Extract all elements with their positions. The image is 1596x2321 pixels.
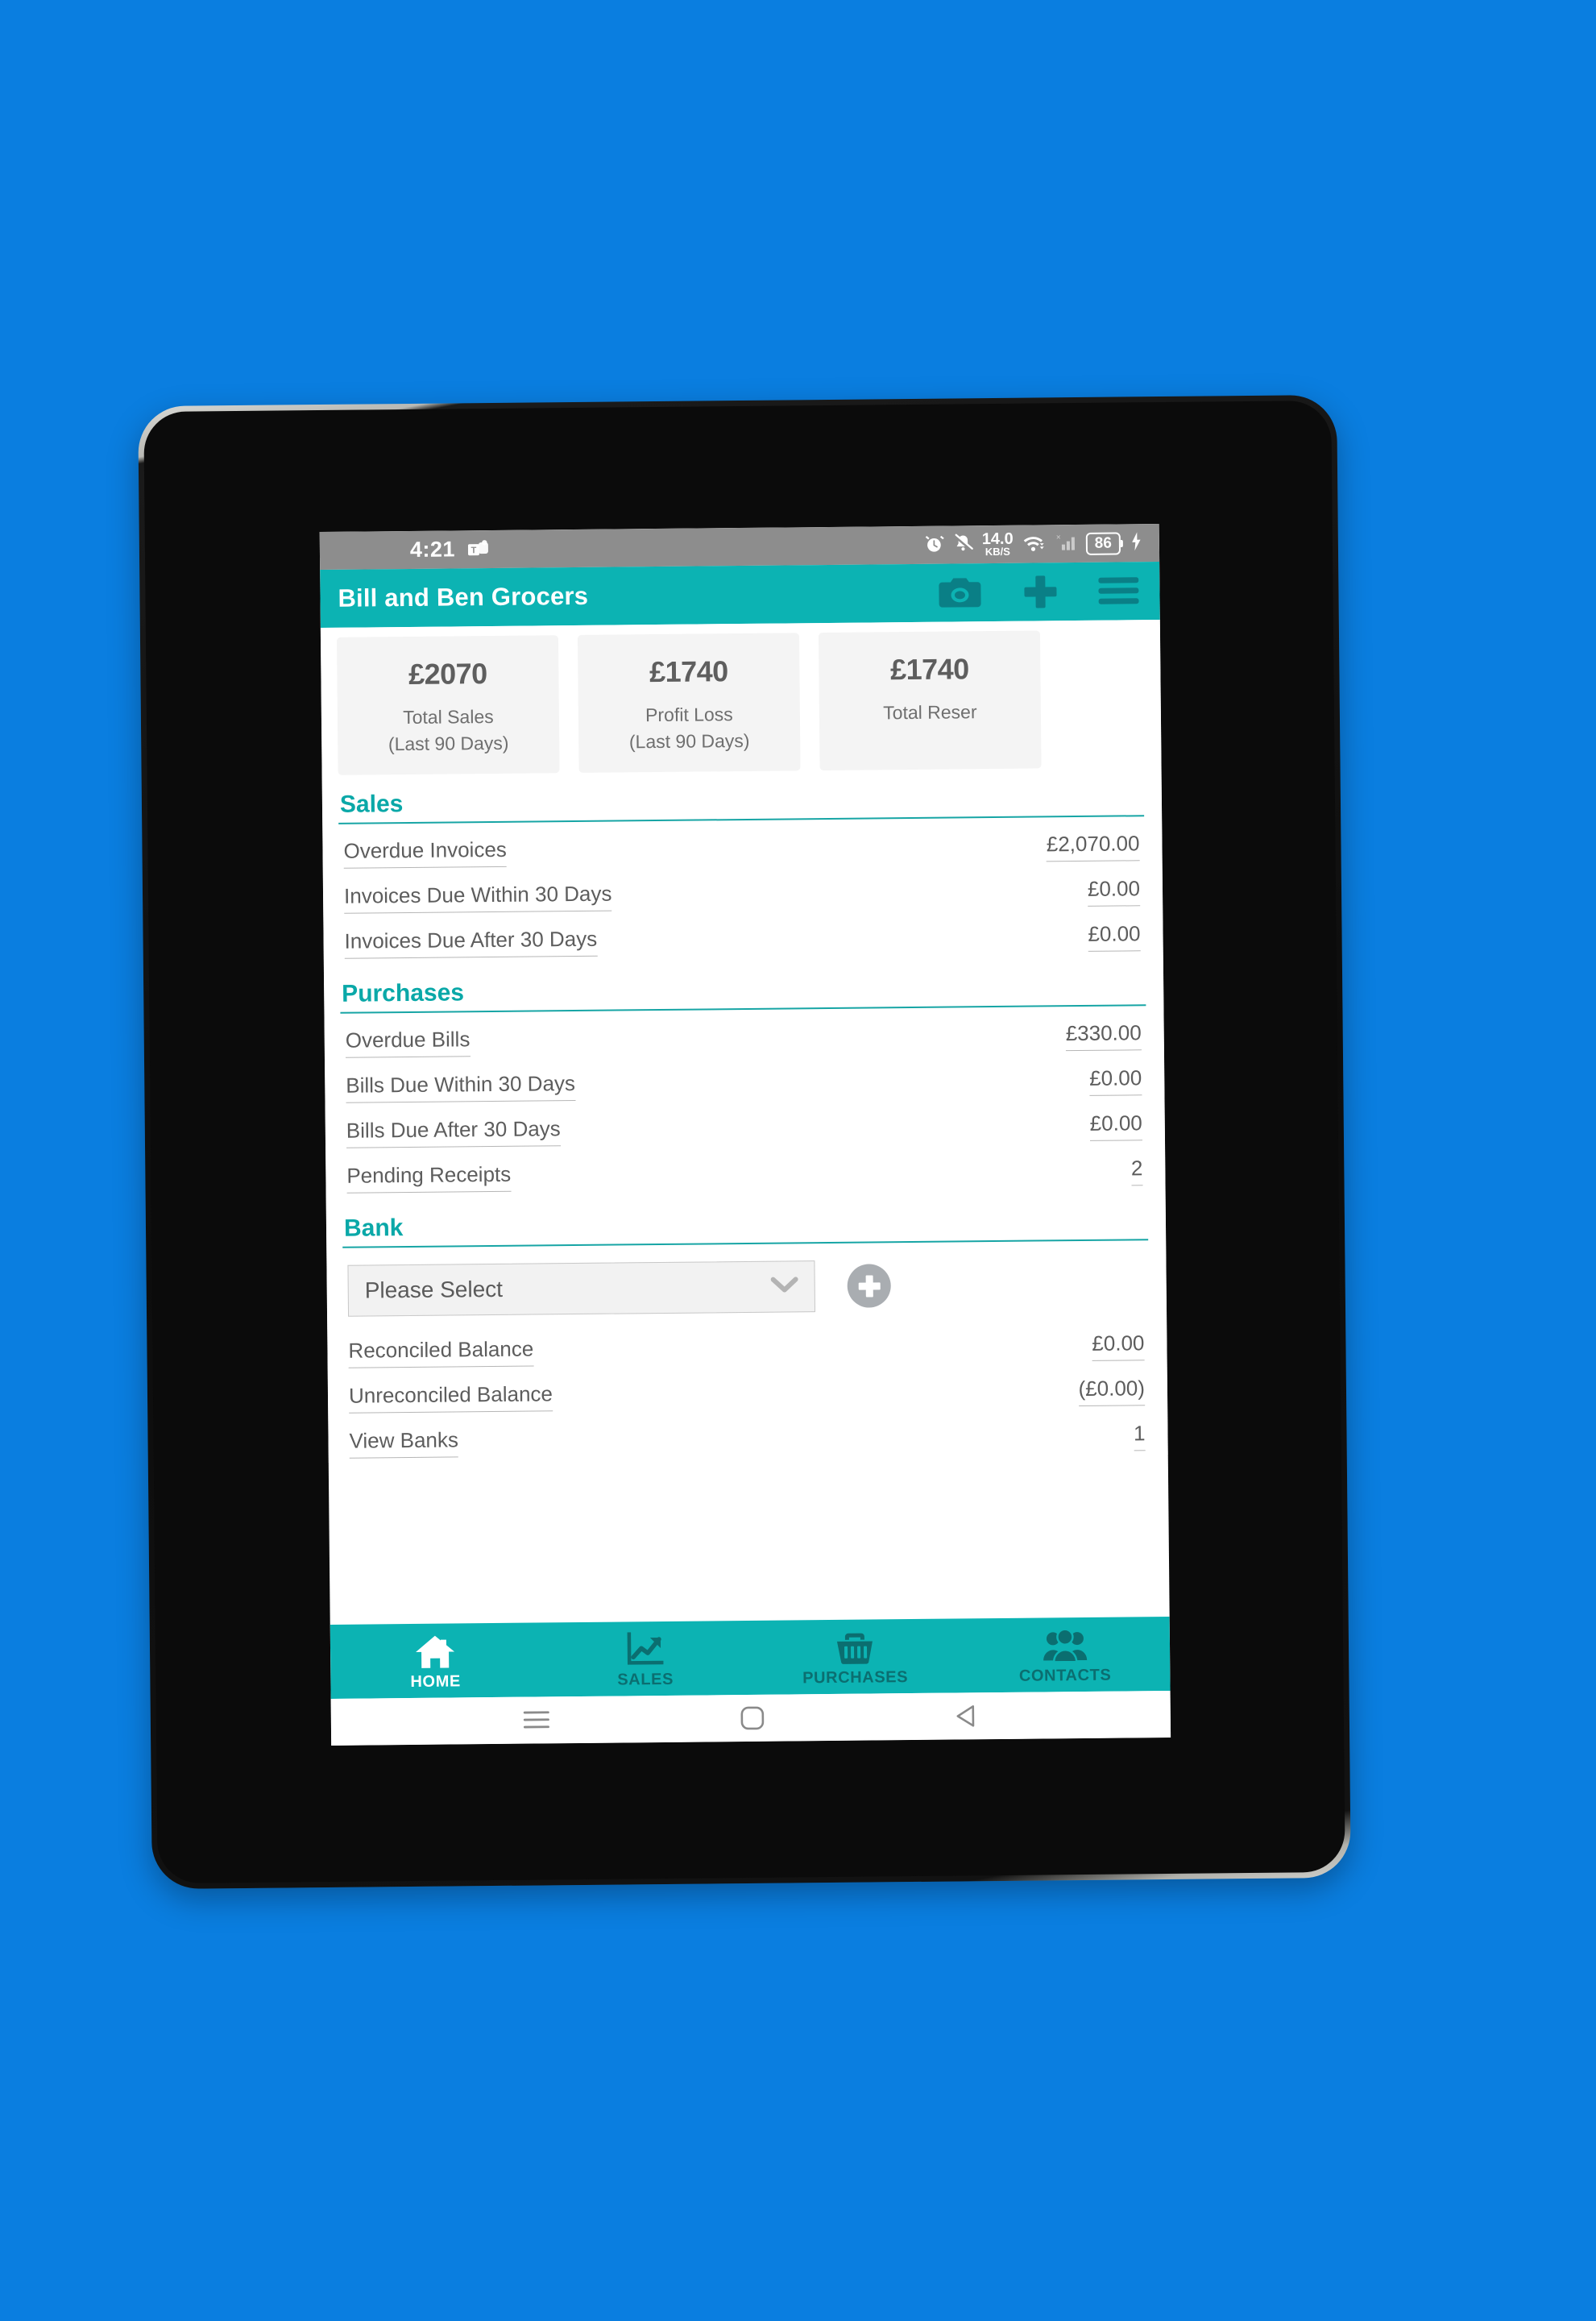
status-bar-clock: 4:21 [409,537,456,562]
summary-card-label: Total Reser [883,701,977,724]
row-label: View Banks [349,1427,459,1459]
tab-label: CONTACTS [1018,1666,1112,1685]
home-square-icon[interactable] [740,1705,765,1731]
list-item[interactable]: Pending Receipts 2 [346,1145,1144,1198]
tab-purchases[interactable]: PURCHASES [750,1626,960,1688]
summary-card[interactable]: £1740 Profit Loss (Last 90 Days) [577,633,801,774]
summary-card-sublabel: (Last 90 Days) [388,732,509,754]
section-heading-purchases: Purchases [340,968,1146,1015]
purchases-list: Overdue Bills £330.00 Bills Due Within 3… [340,1010,1147,1198]
row-label: Reconciled Balance [348,1336,534,1369]
android-navigation-bar [330,1690,1171,1746]
row-label: Invoices Due After 30 Days [344,927,598,960]
network-speed-indicator: 14.0 KB/S [982,530,1014,558]
bottom-tab-bar: HOME SALES PURCHASES CONTACTS [330,1616,1171,1699]
list-item[interactable]: View Banks 1 [349,1410,1146,1464]
row-label: Invoices Due Within 30 Days [343,881,612,915]
row-value: 2 [1130,1156,1143,1186]
row-value: £330.00 [1065,1020,1142,1052]
list-item[interactable]: Invoices Due After 30 Days £0.00 [344,911,1142,964]
bank-selector-row: Please Select [342,1244,1149,1328]
app-title: Bill and Ben Grocers [338,582,589,612]
camera-icon[interactable] [937,575,982,611]
row-value: £2,070.00 [1046,831,1140,862]
line-chart-icon [626,1631,665,1667]
home-icon [414,1635,456,1669]
bank-select-value: Please Select [364,1277,504,1303]
row-label: Unreconciled Balance [348,1381,553,1414]
recents-icon[interactable] [522,1708,551,1732]
row-value: £0.00 [1089,1065,1142,1097]
device-screen: 4:21 T 14.0 KB/S × 86 Bill and Ben Groce… [319,524,1171,1746]
row-label: Bills Due Within 30 Days [346,1071,576,1104]
list-item[interactable]: Unreconciled Balance (£0.00) [348,1365,1146,1418]
charging-bolt-icon [1130,531,1143,555]
row-value: 1 [1133,1421,1146,1451]
list-item[interactable]: Overdue Invoices £2,070.00 [343,820,1141,874]
row-label: Bills Due After 30 Days [346,1116,561,1149]
list-item[interactable]: Bills Due Within 30 Days £0.00 [346,1055,1143,1108]
app-header: Bill and Ben Grocers [320,562,1160,629]
summary-card-value: £1740 [889,652,969,687]
list-item[interactable]: Invoices Due Within 30 Days £0.00 [343,866,1142,919]
summary-card-value: £1740 [649,654,728,689]
network-speed-unit: KB/S [985,545,1010,558]
tab-sales[interactable]: SALES [540,1627,750,1689]
plus-glyph [858,1275,881,1298]
tab-contacts[interactable]: CONTACTS [960,1623,1170,1685]
summary-card-label: Profit Loss [645,704,733,726]
add-bank-icon[interactable] [847,1264,891,1309]
row-value: £0.00 [1087,876,1141,907]
row-value: (£0.00) [1078,1376,1146,1407]
cellular-signal-no-sim-icon: × [1053,532,1077,556]
wifi-icon [1022,532,1044,556]
row-label: Pending Receipts [346,1162,512,1194]
plus-icon[interactable] [1021,572,1059,611]
bell-muted-icon [953,533,973,557]
chevron-down-icon [770,1276,798,1298]
summary-card[interactable]: £1740 Total Reser [818,630,1042,771]
summary-card[interactable]: £2070 Total Sales (Last 90 Days) [336,635,560,776]
section-heading-sales: Sales [338,779,1145,825]
alarm-clock-icon [924,533,944,557]
dashboard-content: Sales Overdue Invoices £2,070.00 Invoice… [321,779,1168,1464]
row-value: £0.00 [1092,1331,1145,1362]
people-group-icon [1043,1627,1088,1663]
summary-card-label: Total Sales [403,705,494,729]
row-label: Overdue Invoices [343,837,508,870]
tab-label: SALES [617,1670,674,1689]
summary-cards-carousel[interactable]: £2070 Total Sales (Last 90 Days) £1740 P… [320,620,1162,787]
back-triangle-icon[interactable] [954,1703,980,1729]
svg-text:T: T [471,546,477,555]
list-item[interactable]: Bills Due After 30 Days £0.00 [346,1100,1144,1153]
tab-label: HOME [410,1671,461,1691]
list-item[interactable]: Overdue Bills £330.00 [345,1010,1142,1063]
row-label: Overdue Bills [345,1027,471,1059]
battery-indicator: 86 [1085,531,1121,555]
summary-card-value: £2070 [408,657,487,691]
row-value: £0.00 [1088,921,1141,953]
bank-list: Reconciled Balance £0.00 Unreconciled Ba… [343,1320,1150,1464]
hamburger-menu-icon[interactable] [1098,575,1139,606]
section-heading-bank: Bank [342,1202,1149,1249]
tab-label: PURCHASES [802,1667,909,1687]
microsoft-teams-icon: T [467,539,489,559]
shopping-basket-icon [835,1631,875,1665]
bank-select-dropdown[interactable]: Please Select [347,1260,816,1318]
svg-text:×: × [1056,533,1061,542]
sales-list: Overdue Invoices £2,070.00 Invoices Due … [338,820,1146,964]
list-item[interactable]: Reconciled Balance £0.00 [348,1320,1146,1373]
summary-card-sublabel: (Last 90 Days) [628,729,750,753]
tab-home[interactable]: HOME [330,1630,541,1692]
tablet-device: 4:21 T 14.0 KB/S × 86 Bill and Ben Groce… [138,394,1351,1890]
row-value: £0.00 [1089,1111,1143,1142]
